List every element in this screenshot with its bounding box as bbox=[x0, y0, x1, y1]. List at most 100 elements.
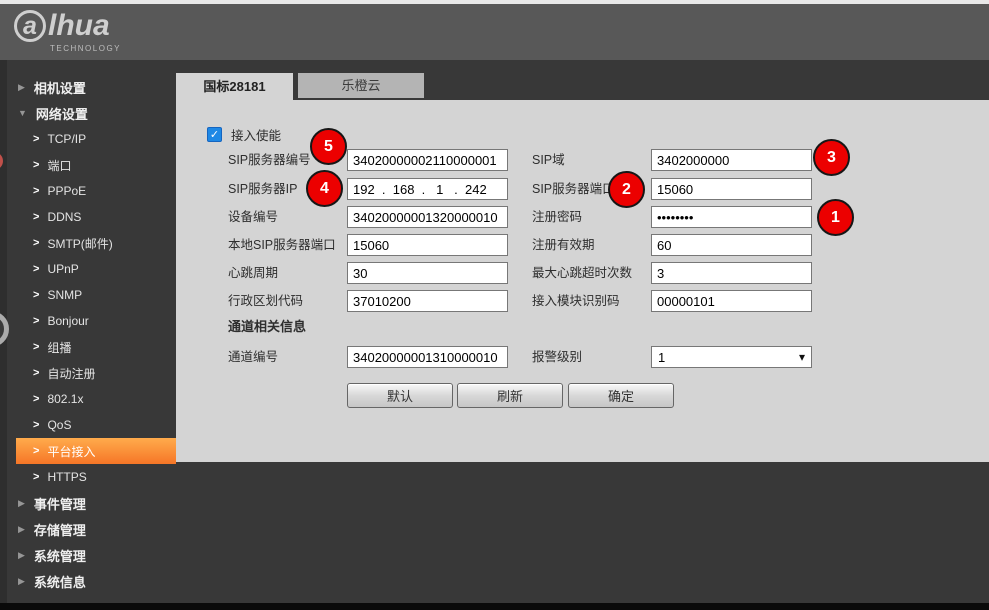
bottom-strip bbox=[0, 603, 989, 610]
logo-wordmark: a lhua bbox=[14, 9, 121, 43]
sidebar-item-event-management[interactable]: ▶ 事件管理 bbox=[0, 490, 176, 516]
local-sip-port-input[interactable] bbox=[347, 234, 508, 256]
sidebar-item-label: TCP/IP bbox=[47, 132, 86, 146]
sidebar-item-label: SNMP bbox=[47, 288, 82, 302]
dahua-logo: a lhua TECHNOLOGY bbox=[14, 9, 121, 53]
sip-server-id-input[interactable] bbox=[347, 149, 508, 171]
sidebar-item-system-management[interactable]: ▶ 系统管理 bbox=[0, 542, 176, 568]
triangle-right-icon: ▶ bbox=[18, 524, 25, 535]
sidebar: ▶ 相机设置 ▼ 网络设置 > TCP/IP > 端口 > PPPoE > DD… bbox=[0, 60, 176, 603]
check-icon: ✓ bbox=[210, 128, 219, 141]
sidebar-item-bonjour[interactable]: > Bonjour bbox=[0, 308, 176, 334]
device-id-input[interactable] bbox=[347, 206, 508, 228]
sidebar-item-platform-access[interactable]: > 平台接入 bbox=[16, 438, 176, 464]
channel-id-label: 通道编号 bbox=[228, 346, 278, 368]
channel-id-input[interactable] bbox=[347, 346, 508, 368]
sidebar-item-label: 网络设置 bbox=[36, 104, 88, 123]
refresh-button[interactable]: 刷新 bbox=[457, 383, 563, 408]
sip-server-port-label: SIP服务器端口 bbox=[532, 178, 615, 200]
default-button[interactable]: 默认 bbox=[347, 383, 453, 408]
triangle-right-icon: ▶ bbox=[18, 82, 25, 93]
confirm-button[interactable]: 确定 bbox=[568, 383, 674, 408]
chevron-right-icon: > bbox=[33, 471, 39, 483]
chevron-right-icon: > bbox=[33, 419, 39, 431]
chevron-down-icon: ▾ bbox=[799, 350, 805, 364]
sidebar-item-pppoe[interactable]: > PPPoE bbox=[0, 178, 176, 204]
register-validity-label: 注册有效期 bbox=[532, 234, 595, 256]
logo-subtitle: TECHNOLOGY bbox=[50, 44, 121, 53]
triangle-right-icon: ▶ bbox=[18, 576, 25, 587]
chevron-right-icon: > bbox=[33, 445, 39, 457]
sip-domain-label: SIP域 bbox=[532, 149, 565, 171]
sip-server-port-input[interactable] bbox=[651, 178, 812, 200]
chevron-right-icon: > bbox=[33, 289, 39, 301]
chevron-right-icon: > bbox=[33, 315, 39, 327]
register-password-input[interactable] bbox=[651, 206, 812, 228]
logo-text: lhua bbox=[48, 9, 110, 43]
chevron-right-icon: > bbox=[33, 133, 39, 145]
local-sip-port-label: 本地SIP服务器端口 bbox=[228, 234, 336, 256]
header-banner: a lhua TECHNOLOGY bbox=[0, 4, 989, 60]
tab-gb28181[interactable]: 国标28181 bbox=[176, 73, 293, 100]
admin-region-code-input[interactable] bbox=[347, 290, 508, 312]
sip-server-ip-input[interactable] bbox=[347, 178, 508, 200]
sidebar-item-tcpip[interactable]: > TCP/IP bbox=[0, 126, 176, 152]
sidebar-item-camera-settings[interactable]: ▶ 相机设置 bbox=[0, 74, 176, 100]
sidebar-item-snmp[interactable]: > SNMP bbox=[0, 282, 176, 308]
admin-region-code-label: 行政区划代码 bbox=[228, 290, 303, 312]
sip-server-id-label: SIP服务器编号 bbox=[228, 149, 311, 171]
sidebar-item-label: 端口 bbox=[47, 157, 71, 174]
access-module-id-input[interactable] bbox=[651, 290, 812, 312]
register-password-label: 注册密码 bbox=[532, 206, 582, 228]
max-heartbeat-timeout-input[interactable] bbox=[651, 262, 812, 284]
enable-label: 接入使能 bbox=[231, 125, 281, 144]
sidebar-item-smtp[interactable]: > SMTP(邮件) bbox=[0, 230, 176, 256]
sidebar-item-label: UPnP bbox=[47, 262, 78, 276]
alarm-level-value: 1 bbox=[658, 350, 665, 365]
sidebar-item-https[interactable]: > HTTPS bbox=[0, 464, 176, 490]
chevron-right-icon: > bbox=[33, 367, 39, 379]
enable-row: ✓ 接入使能 bbox=[207, 125, 281, 144]
chevron-right-icon: > bbox=[33, 393, 39, 405]
sidebar-item-label: 存储管理 bbox=[34, 520, 86, 539]
logo-a-circle-icon: a bbox=[14, 10, 46, 42]
annotation-circle-3: 3 bbox=[813, 139, 850, 176]
sidebar-item-storage-management[interactable]: ▶ 存储管理 bbox=[0, 516, 176, 542]
sidebar-item-label: 自动注册 bbox=[47, 365, 95, 382]
sidebar-item-upnp[interactable]: > UPnP bbox=[0, 256, 176, 282]
sidebar-item-label: 系统信息 bbox=[34, 572, 86, 591]
sidebar-item-multicast[interactable]: > 组播 bbox=[0, 334, 176, 360]
heartbeat-period-input[interactable] bbox=[347, 262, 508, 284]
sidebar-item-label: DDNS bbox=[47, 210, 81, 224]
sidebar-item-qos[interactable]: > QoS bbox=[0, 412, 176, 438]
chevron-right-icon: > bbox=[33, 263, 39, 275]
enable-checkbox[interactable]: ✓ bbox=[207, 127, 222, 142]
access-module-id-label: 接入模块识别码 bbox=[532, 290, 620, 312]
sidebar-item-ddns[interactable]: > DDNS bbox=[0, 204, 176, 230]
platform-access-panel: ✓ 接入使能 SIP服务器编号 SIP服务器IP 设备编号 本地SIP服务器端口… bbox=[176, 100, 989, 462]
annotation-circle-4: 4 bbox=[306, 170, 343, 207]
register-validity-input[interactable] bbox=[651, 234, 812, 256]
tab-lechange-cloud[interactable]: 乐橙云 bbox=[298, 73, 424, 98]
sidebar-item-auto-register[interactable]: > 自动注册 bbox=[0, 360, 176, 386]
alarm-level-label: 报警级别 bbox=[532, 346, 582, 368]
chevron-right-icon: > bbox=[33, 159, 39, 171]
sidebar-item-network-settings[interactable]: ▼ 网络设置 bbox=[0, 100, 176, 126]
channel-section-header: 通道相关信息 bbox=[228, 316, 306, 335]
max-heartbeat-timeout-label: 最大心跳超时次数 bbox=[532, 262, 632, 284]
sidebar-item-system-info[interactable]: ▶ 系统信息 bbox=[0, 568, 176, 594]
annotation-circle-5: 5 bbox=[310, 128, 347, 165]
annotation-circle-1: 1 bbox=[817, 199, 854, 236]
alarm-level-select[interactable]: 1 ▾ bbox=[651, 346, 812, 368]
sidebar-item-label: 系统管理 bbox=[34, 546, 86, 565]
sidebar-item-8021x[interactable]: > 802.1x bbox=[0, 386, 176, 412]
device-id-label: 设备编号 bbox=[228, 206, 278, 228]
sip-domain-input[interactable] bbox=[651, 149, 812, 171]
chevron-right-icon: > bbox=[33, 341, 39, 353]
sidebar-item-port[interactable]: > 端口 bbox=[0, 152, 176, 178]
triangle-down-icon: ▼ bbox=[18, 108, 27, 118]
sidebar-item-label: Bonjour bbox=[47, 314, 88, 328]
sidebar-item-label: 平台接入 bbox=[47, 443, 95, 460]
sidebar-item-label: HTTPS bbox=[47, 470, 86, 484]
sidebar-item-label: SMTP(邮件) bbox=[47, 235, 112, 252]
